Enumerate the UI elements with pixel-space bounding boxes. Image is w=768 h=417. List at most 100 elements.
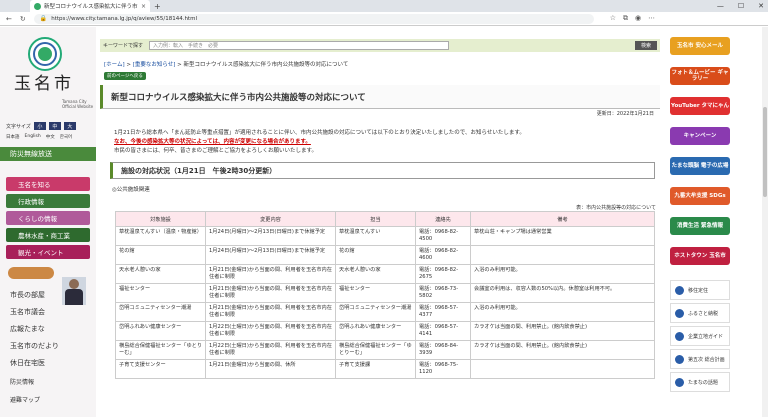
- close-window-icon[interactable]: ✕: [758, 0, 764, 12]
- link-holiday-doctor[interactable]: 休日在宅医: [10, 358, 45, 368]
- banner-campaign[interactable]: キャンペーン: [670, 127, 730, 145]
- table-cell: 1月24日(月曜日)～2月13日(日曜日)まで休館予定: [205, 226, 336, 246]
- page-title: 新型コロナウイルス感染拡大に伴う市内公共施設等の対応について: [100, 85, 660, 109]
- browser-toolbar: ☆ ⧉ ◉ ⋯: [610, 14, 655, 23]
- breadcrumb-parent[interactable]: [重要なお知らせ]: [133, 62, 176, 68]
- refresh-icon[interactable]: ↻: [20, 15, 26, 23]
- link-migration[interactable]: 移住定住: [670, 280, 730, 300]
- table-cell: 電話：0968-57-4377: [415, 302, 471, 322]
- col-note: 備考: [470, 211, 655, 227]
- profile-icon[interactable]: ◉: [635, 14, 641, 23]
- table-cell: 岱明コミュニティセンター潮湯: [335, 302, 416, 322]
- table-cell: 1月21日(金曜日)から当面の間、利用者を玉名市内在住者に制限: [205, 264, 336, 284]
- lang-ja[interactable]: 日本語: [6, 134, 20, 140]
- table-cell: [470, 359, 655, 379]
- company-label: 企業立地ガイド: [688, 333, 724, 340]
- search-placeholder: 入力例：転入 手続き 必要: [153, 43, 219, 49]
- lang-ko[interactable]: 한국어: [60, 134, 72, 140]
- table-cell: 1月21日(金曜日)から当面の間、利用者を玉名市内在住者に制限: [205, 302, 336, 322]
- link-company-guide[interactable]: 企業立地ガイド: [670, 326, 730, 346]
- breadcrumb-current: 新型コロナウイルス感染拡大に伴う市内公共施設等の対応について: [183, 62, 349, 68]
- font-size-label: 文字サイズ: [6, 123, 31, 130]
- city-logo-icon[interactable]: [28, 37, 62, 71]
- link-bousai[interactable]: 防災情報: [10, 377, 34, 386]
- table-row: 子育て支援センター 1月21日(金曜日)から当面の間、休所 子育て支援課 電話：096…: [115, 359, 655, 379]
- table-cell: 入浴のみ利用可能。: [470, 264, 655, 284]
- web-page: 玉名市 Tamana City Official Website 文字サイズ 小…: [0, 27, 768, 417]
- plan-label: 第五次 総合計画: [688, 356, 725, 363]
- furusato-label: ふるさと納税: [688, 310, 719, 317]
- disaster-radio-link[interactable]: 防災無線放送: [0, 147, 96, 161]
- topics-label: たまなの話題: [688, 379, 718, 386]
- intro-line-3: 市民の皆さまには、何卒、皆さまのご理解とご協力をよろしくお願いいたします。: [114, 148, 317, 154]
- more-icon[interactable]: ⋯: [648, 14, 655, 23]
- browser-tab[interactable]: 新型コロナウイルス感染拡大に伴う市 ×: [30, 0, 150, 12]
- favicon-icon: [34, 2, 41, 10]
- link-council[interactable]: 玉名市議会: [10, 307, 45, 317]
- table-cell: 草枕温泉てんすい: [335, 226, 416, 246]
- star-icon[interactable]: ☆: [610, 14, 616, 23]
- link-master-plan[interactable]: 第五次 総合計画: [670, 349, 730, 369]
- menu-living[interactable]: くらしの情報: [6, 211, 90, 225]
- table-cell: 電話：0968-73-5802: [415, 283, 471, 303]
- table-cell: 電話：0968-84-3939: [415, 340, 471, 360]
- new-tab-icon[interactable]: +: [154, 2, 161, 11]
- link-dayori[interactable]: 玉名市のだより: [10, 341, 59, 351]
- url-text: https://www.city.tamana.lg.jp/q/aview/55…: [51, 15, 197, 22]
- banner-consumer[interactable]: 消費生活 緊急情報: [670, 217, 730, 235]
- topics-icon: [675, 377, 684, 387]
- link-koho[interactable]: 広報たまな: [10, 324, 45, 334]
- scrollbar[interactable]: [762, 27, 768, 417]
- collections-icon[interactable]: ⧉: [623, 14, 628, 23]
- banner-e-square[interactable]: たまな頭脳 電子の広場: [670, 157, 730, 175]
- link-hinan-map[interactable]: 避難マップ: [10, 395, 40, 404]
- close-tab-icon[interactable]: ×: [141, 3, 146, 10]
- banner-safe-mail[interactable]: 玉名市 安心メール: [670, 37, 730, 55]
- scrollbar-thumb[interactable]: [763, 107, 767, 197]
- table-row: 花の館 1月24日(月曜日)～2月13日(日曜日)まで休館予定 花の館 電話：0968…: [115, 245, 655, 265]
- banner-youtuber[interactable]: YouTuber タマにゃん: [670, 97, 730, 115]
- table-cell: 1月22日(土曜日)から当面の間、利用者を玉名市内在住者に制限: [205, 340, 336, 360]
- table-cell: 電話：0968-82-2675: [415, 264, 471, 284]
- breadcrumb-home[interactable]: [ホーム]: [104, 62, 125, 68]
- lang-en[interactable]: English: [25, 134, 41, 140]
- menu-know-tamana[interactable]: 玉名を知る: [6, 177, 90, 191]
- search-input[interactable]: 入力例：転入 手続き 必要: [149, 41, 450, 50]
- menu-admin[interactable]: 行政情報: [6, 194, 90, 208]
- link-topics[interactable]: たまなの話題: [670, 372, 730, 392]
- table-cell: 子育て支援センター: [115, 359, 206, 379]
- back-icon[interactable]: ←: [6, 15, 12, 23]
- font-size-control: 文字サイズ 小 中 大: [6, 122, 76, 130]
- table-cell: 1月21日(金曜日)から当面の間、休所: [205, 359, 336, 379]
- font-size-medium[interactable]: 中: [48, 122, 61, 130]
- font-size-small[interactable]: 小: [33, 122, 46, 130]
- table-caption: 表：市内公共施設等の対応について: [576, 205, 656, 211]
- menu-industry[interactable]: 農林水産・商工業: [6, 228, 90, 242]
- maximize-icon[interactable]: ☐: [738, 0, 744, 12]
- link-mayor[interactable]: 市長の部屋: [10, 290, 45, 300]
- furusato-icon: [675, 308, 684, 318]
- search-bar: キーワードで探す 入力例：転入 手続き 必要 検索: [100, 39, 660, 52]
- table-cell: 天水老人憩いの家: [335, 264, 416, 284]
- link-furusato[interactable]: ふるさと納税: [670, 303, 730, 323]
- font-size-large[interactable]: 大: [63, 122, 76, 130]
- back-page-link[interactable]: 前のページへ戻る: [104, 72, 146, 80]
- col-contact: 連絡先: [415, 211, 471, 227]
- intro-line-2: なお、今後の感染拡大等の状況によっては、内容が変更になる場合があります。: [114, 139, 311, 145]
- banner-host-town[interactable]: ホストタウン 玉名市: [670, 247, 730, 265]
- banner-photo-gallery[interactable]: フォト＆ムービー ギャラリー: [670, 67, 730, 85]
- mayor-photo[interactable]: [62, 277, 86, 305]
- banner-sdgs[interactable]: 九番大牟支援 SDGs: [670, 187, 730, 205]
- url-box[interactable]: 🔒 https://www.city.tamana.lg.jp/q/aview/…: [33, 13, 594, 24]
- city-name-en: Tamana City Official Website: [62, 99, 94, 109]
- breadcrumb: [ホーム] > [重要なお知らせ] > 新型コロナウイルス感染拡大に伴う市内公共…: [104, 62, 349, 68]
- table-cell: 福祉センター: [115, 283, 206, 303]
- menu-tourism[interactable]: 観光・イベント: [6, 245, 90, 259]
- col-dept: 担当: [335, 211, 416, 227]
- table-cell: 岱明ふれあい健康センター: [335, 321, 416, 341]
- table-cell: 横島総合保健福祉センター「ゆとりーむ」: [115, 340, 206, 360]
- minimize-icon[interactable]: —: [717, 0, 724, 12]
- sub-title: ◎公共施設関連: [112, 187, 150, 193]
- search-button[interactable]: 検索: [635, 41, 657, 50]
- lang-zh[interactable]: 中文: [46, 134, 55, 140]
